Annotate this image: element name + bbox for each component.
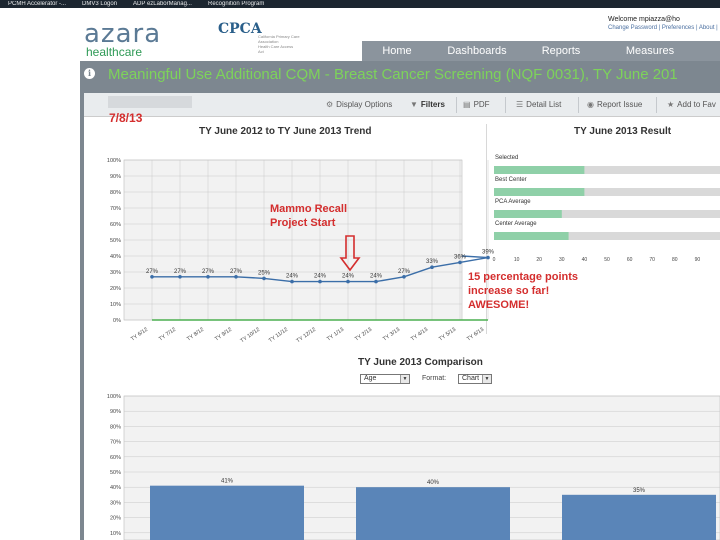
cpca-logo: CPCA California Primary Care Association… [218,22,300,56]
report-content [84,117,720,540]
red-down-arrow-shape [339,235,361,272]
increase-annotation-line-1: 15 percentage points [468,271,579,283]
comparison-title: TY June 2013 Comparison [358,357,483,368]
filter-icon: ▼ [410,100,418,109]
format-select[interactable]: Chart ▼ [458,374,492,384]
star-icon: ★ [667,100,675,109]
report-issue-label: Report Issue [596,100,643,109]
browser-tab[interactable]: ADP ezLaborManag... [125,0,200,8]
azara-logo[interactable]: azara healthcare [84,19,184,59]
increase-annotation: 15 percentage points increase so far! AW… [468,270,578,312]
format-label: Format: [422,375,447,382]
increase-annotation-line-3: AWESOME! [468,299,530,311]
red-down-arrow [339,235,361,272]
chevron-down-icon: ▼ [400,375,409,383]
nav-measures[interactable]: Measures [600,41,700,61]
display-options-label: Display Options [336,100,393,109]
welcome-text: Welcome mpiazza@ho [608,16,680,23]
browser-tab[interactable]: PCMH Accelerator -... [0,0,74,8]
browser-tab[interactable]: DMV3 Logon [74,0,125,8]
chevron-down-icon: ▼ [482,375,491,383]
filters-label: Filters [420,100,445,109]
mammo-annotation: Mammo Recall Project Start [270,202,347,230]
pdf-label: PDF [473,100,490,109]
group-by-select[interactable]: Age ▼ [360,374,410,384]
mammo-annotation-line-1: Mammo Recall [270,203,348,215]
increase-annotation-line-2: increase so far! [468,285,550,297]
toolbar-separator [656,97,657,113]
toolbar-separator [505,97,506,113]
cpca-logo-subtext-2: Health Care Access Act [258,44,294,54]
date-annotation: 7/8/13 [109,111,143,125]
pdf-icon: ▤ [463,100,471,109]
filters-button[interactable]: ▼ Filters [410,100,445,109]
toolbar-separator [578,97,579,113]
account-links[interactable]: Change Password | Preferences | About | [608,25,718,31]
add-to-favorites-button[interactable]: ★ Add to Fav [667,100,716,109]
nav-reports[interactable]: Reports [522,41,600,61]
toolbar-separator [456,97,457,113]
trend-chart-title: TY June 2012 to TY June 2013 Trend [199,126,372,137]
info-icon[interactable]: i [84,68,95,79]
list-icon: ☰ [516,100,524,109]
result-panel-title: TY June 2013 Result [574,126,672,137]
format-value: Chart [462,375,480,382]
browser-tab[interactable]: Recognition Program [200,0,272,8]
cpca-logo-subtext: California Primary Care Association [258,34,300,44]
report-issue-button[interactable]: ◉ Report Issue [587,100,642,109]
main-nav: Home Dashboards Reports Measures [362,41,720,61]
toolbar-placeholder [108,96,192,108]
browser-tab-bar: PCMH Accelerator -... DMV3 Logon ADP ezL… [0,0,720,8]
page-title: Meaningful Use Additional CQM - Breast C… [108,66,678,83]
pdf-button[interactable]: ▤ PDF [463,100,490,109]
gear-icon: ⚙ [326,100,334,109]
detail-list-label: Detail List [526,100,562,109]
alert-icon: ◉ [587,100,594,109]
user-welcome: Welcome mpiazza@ho Change Password | Pre… [608,16,718,31]
nav-dashboards[interactable]: Dashboards [432,41,522,61]
mammo-annotation-line-2: Project Start [270,217,336,229]
azara-logo-text: azara [84,19,162,49]
group-by-value: Age [364,375,377,382]
display-options-button[interactable]: ⚙ Display Options [326,100,392,109]
add-to-favorites-label: Add to Fav [677,100,716,109]
nav-home[interactable]: Home [362,41,432,61]
azara-logo-subtext: healthcare [86,45,143,59]
detail-list-button[interactable]: ☰ Detail List [516,100,561,109]
